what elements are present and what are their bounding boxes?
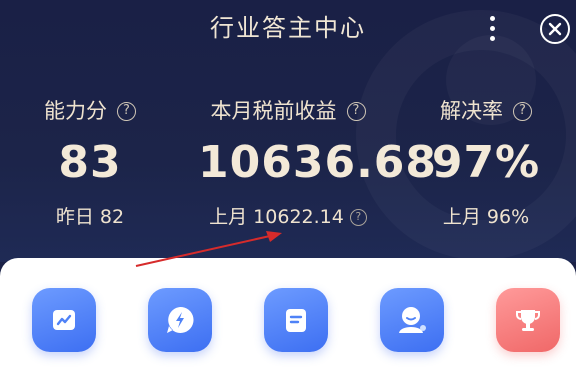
stats-header: 行业答主中心 能力分 ? 83 昨日 82 本月税前收益 ? 10636.68 … [0,0,576,262]
trend-icon [53,310,75,330]
ability-score-stat[interactable]: 能力分 ? 83 昨日 82 [0,96,180,232]
resolution-rate-sub: 上月 96% [396,202,576,232]
resolution-rate-last-month: 上月 96% [442,206,530,228]
help-icon[interactable]: ? [346,101,366,121]
document-shortcut-button[interactable] [264,288,328,352]
monthly-income-stat[interactable]: 本月税前收益 ? 10636.68 上月 10622.14 ? [198,96,438,232]
user-support-shortcut-button[interactable] [380,288,444,352]
monthly-income-sub: 上月 10622.14 ? [198,202,378,232]
ability-score-yesterday: 昨日 82 [55,206,125,228]
monthly-income-label: 本月税前收益 [210,99,337,123]
monthly-income-last-month: 上月 10622.14 [209,206,344,228]
help-icon[interactable]: ? [117,101,136,121]
close-button[interactable] [540,14,570,44]
more-dot-icon [489,15,495,21]
monthly-income-value: 10636.68 [198,137,438,188]
more-dot-icon [489,25,495,31]
trend-shortcut-button[interactable] [32,288,96,352]
ability-score-sub: 昨日 82 [0,202,180,232]
resolution-rate-stat[interactable]: 解决率 ? 97% 上月 96% [396,96,576,232]
ability-score-label-row: 能力分 ? [0,96,180,126]
lightning-icon [167,306,194,333]
resolution-rate-value: 97% [431,137,541,188]
ability-score-value: 83 [58,137,122,188]
more-options-button[interactable] [478,10,506,46]
trophy-shortcut-button[interactable] [496,288,560,352]
resolution-rate-label-row: 解决率 ? [396,96,576,126]
help-icon[interactable]: ? [349,208,367,226]
close-icon [548,22,562,36]
trophy-icon [516,310,540,331]
monthly-income-label-row: 本月税前收益 ? [198,96,378,126]
help-icon[interactable]: ? [513,101,532,121]
ability-score-label: 能力分 [44,99,107,123]
user-support-icon [399,307,426,333]
lightning-shortcut-button[interactable] [148,288,212,352]
document-icon [286,309,306,332]
resolution-rate-label: 解决率 [440,99,503,123]
more-dot-icon [489,35,495,41]
